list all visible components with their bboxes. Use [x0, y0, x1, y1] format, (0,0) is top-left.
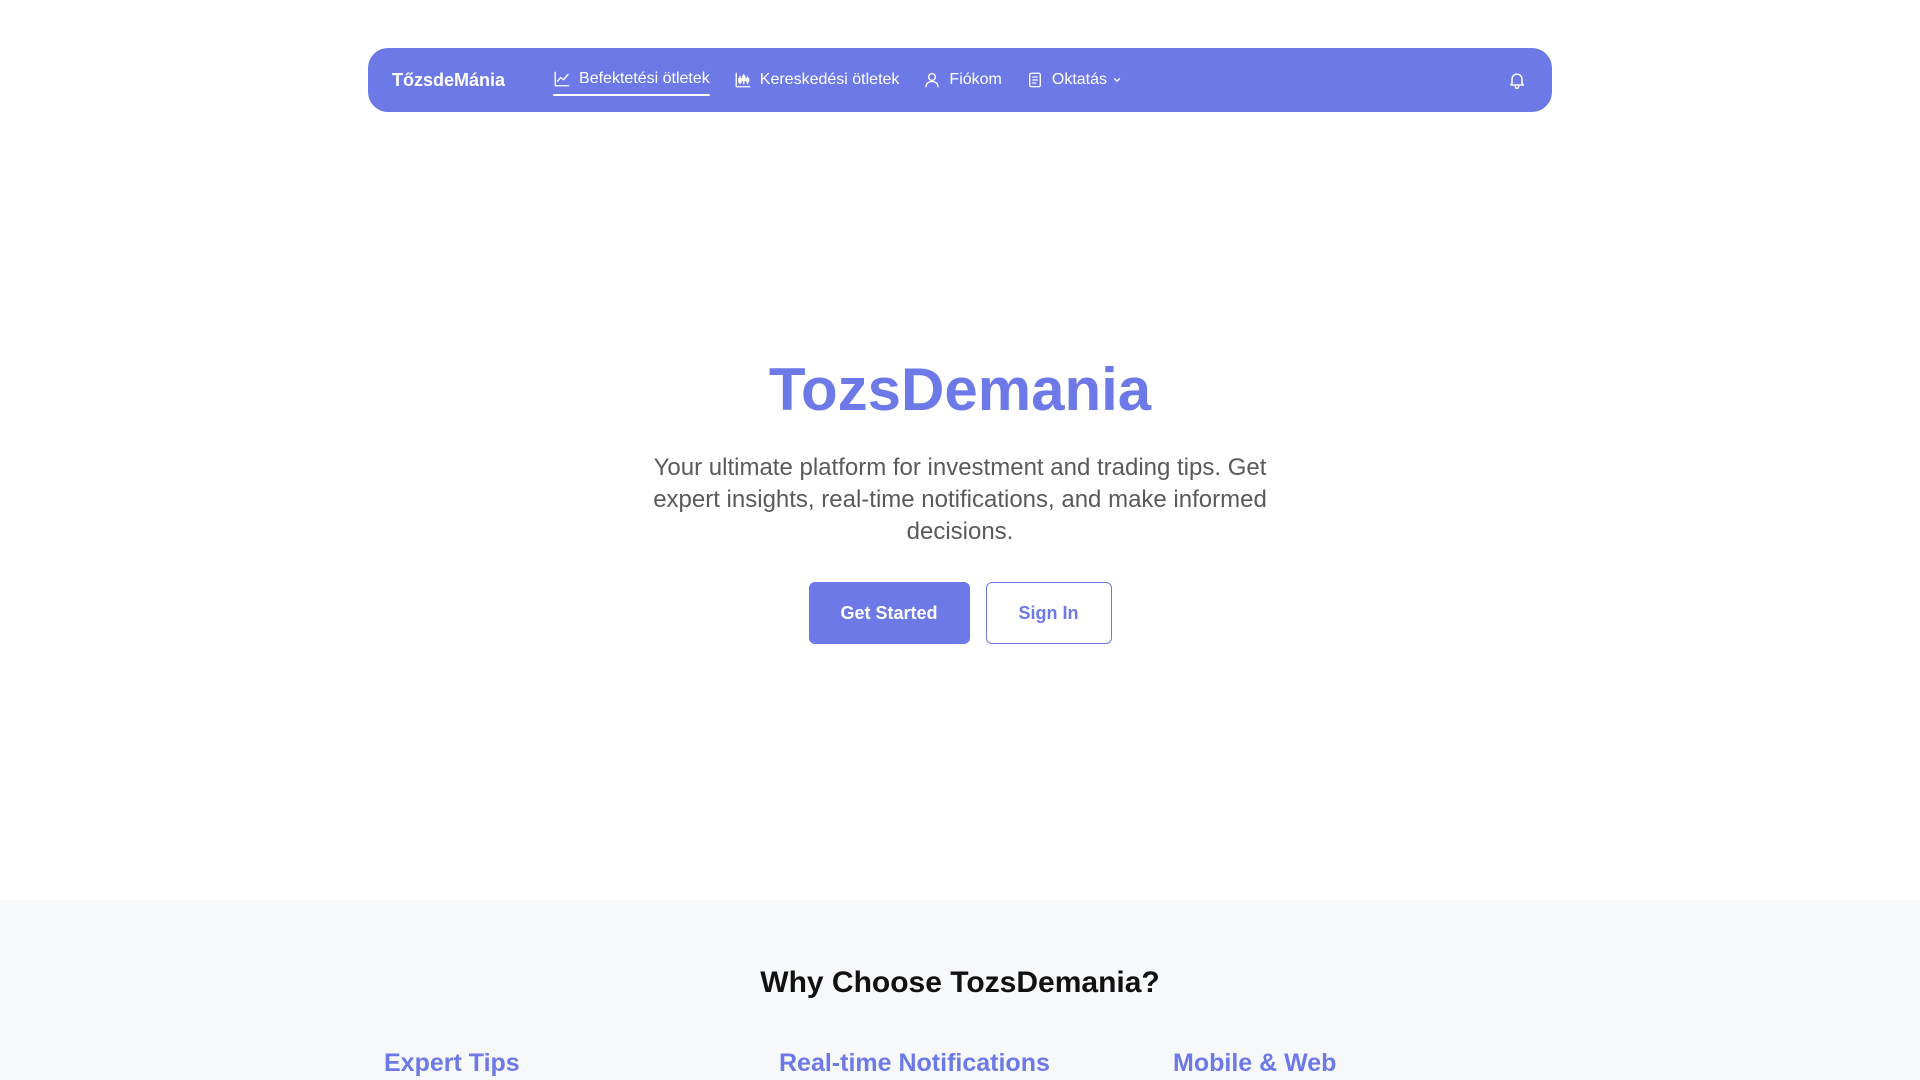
brand-logo[interactable]: TőzsdeMánia [392, 70, 505, 91]
nav-item-trading-ideas[interactable]: Kereskedési ötletek [734, 64, 900, 96]
user-icon [925, 72, 940, 88]
top-navbar: TőzsdeMánia Befektetési ötletek Keresked… [368, 48, 1552, 112]
line-chart-icon [554, 71, 570, 87]
hero-title: TozsDemania [768, 356, 1152, 423]
candlestick-icon [735, 72, 751, 88]
nav-item-label: Kereskedési ötletek [759, 71, 900, 88]
features-section: Why Choose TozsDemania? Expert Tips Real… [0, 900, 1920, 1080]
nav-item-investment-ideas[interactable]: Befektetési ötletek [553, 64, 710, 96]
nav-item-label: Befektetési ötletek [579, 70, 710, 87]
hero-buttons: Get Started Sign In [808, 582, 1112, 644]
feature-title-expert-tips: Expert Tips [384, 1049, 520, 1077]
hero-section: TozsDemania Your ultimate platform for i… [0, 360, 1920, 644]
nav-items: Befektetési ötletek Kereskedési ötletek [553, 48, 1122, 112]
sign-in-button[interactable]: Sign In [985, 582, 1112, 644]
bell-icon [1510, 73, 1524, 90]
nav-item-my-account[interactable]: Fiókom [923, 64, 1002, 96]
features-title: Why Choose TozsDemania? [760, 966, 1160, 999]
nav-item-education-dropdown[interactable]: Oktatás [1026, 64, 1122, 96]
chevron-down-icon [1113, 78, 1121, 82]
document-icon [1028, 72, 1041, 88]
notifications-button[interactable] [1506, 69, 1528, 91]
nav-item-label: Oktatás [1051, 71, 1108, 88]
get-started-button[interactable]: Get Started [808, 582, 970, 644]
feature-title-realtime-notifications: Real-time Notifications [779, 1049, 1050, 1077]
page: TőzsdeMánia Befektetési ötletek Keresked… [0, 0, 1920, 1080]
hero-subtitle: Your ultimate platform for investment an… [653, 454, 1267, 545]
nav-item-label: Fiókom [949, 71, 1002, 88]
feature-title-mobile-web: Mobile & Web [1173, 1049, 1337, 1077]
